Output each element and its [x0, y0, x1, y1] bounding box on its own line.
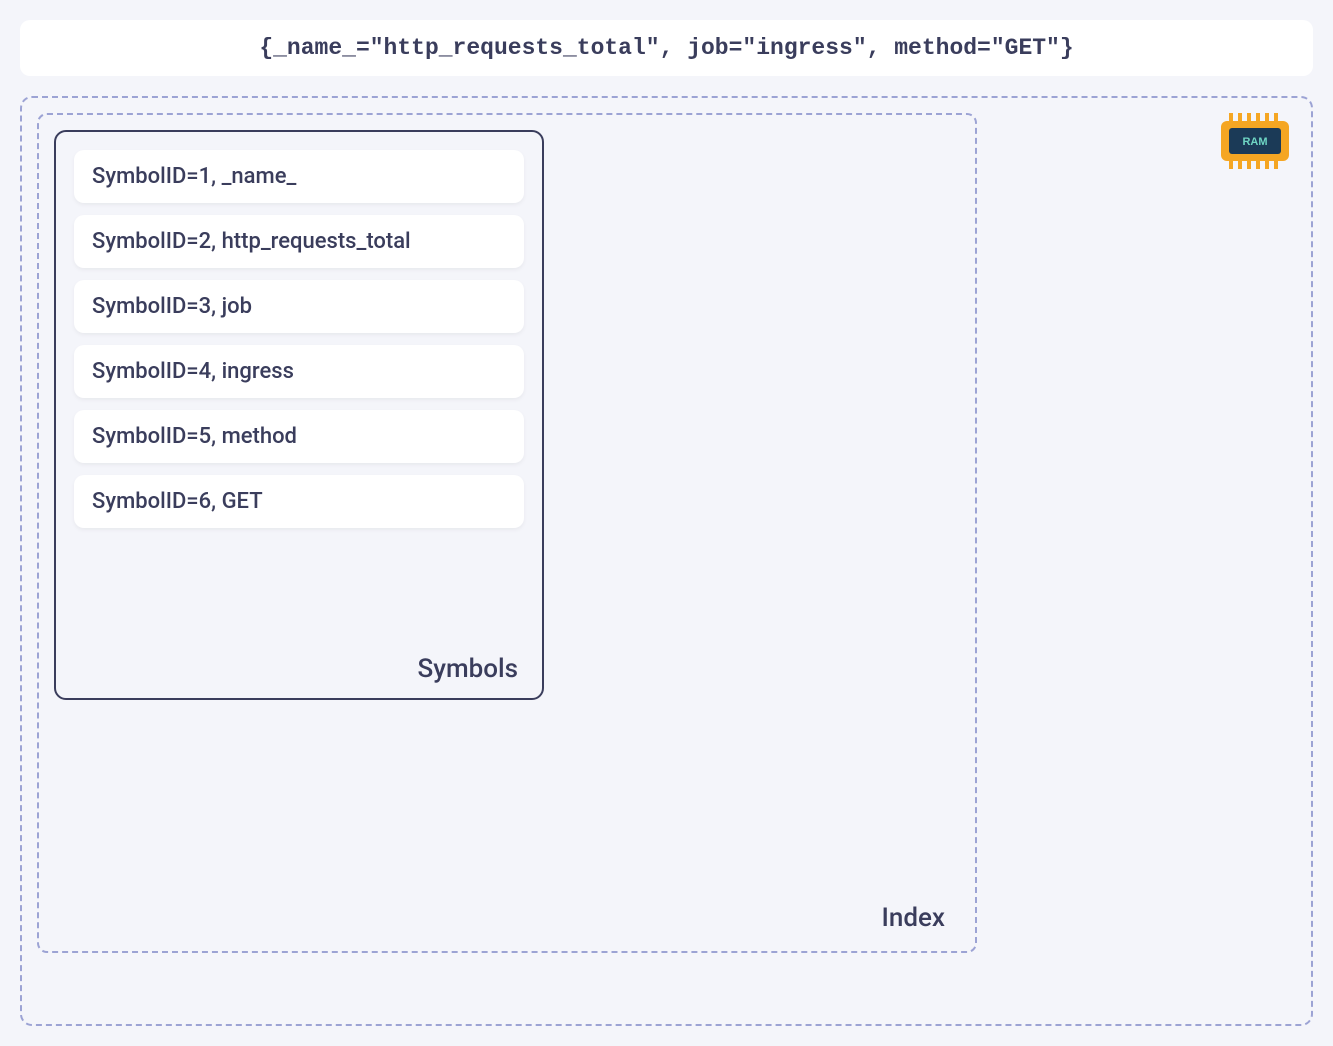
symbol-item: SymbolID=2, http_requests_total — [74, 215, 524, 268]
symbol-text: SymbolID=2, http_requests_total — [92, 229, 411, 254]
index-container: SymbolID=1, _name_ SymbolID=2, http_requ… — [37, 113, 977, 953]
symbol-item: SymbolID=1, _name_ — [74, 150, 524, 203]
symbol-item: SymbolID=5, method — [74, 410, 524, 463]
symbol-text: SymbolID=1, _name_ — [92, 164, 296, 189]
ram-icon: RAM — [1219, 113, 1291, 173]
symbols-label: Symbols — [418, 654, 519, 684]
query-bar: {_name_="http_requests_total", job="ingr… — [20, 20, 1313, 76]
symbols-container: SymbolID=1, _name_ SymbolID=2, http_requ… — [54, 130, 544, 700]
outer-container: RAM SymbolID=1, _name_ SymbolID=2, http_… — [20, 96, 1313, 1026]
query-text: {_name_="http_requests_total", job="ingr… — [259, 35, 1073, 61]
symbol-text: SymbolID=6, GET — [92, 489, 263, 514]
symbol-item: SymbolID=6, GET — [74, 475, 524, 528]
index-label: Index — [882, 903, 946, 933]
svg-text:RAM: RAM — [1242, 136, 1267, 148]
symbol-item: SymbolID=3, job — [74, 280, 524, 333]
symbol-text: SymbolID=4, ingress — [92, 359, 294, 384]
symbol-text: SymbolID=5, method — [92, 424, 297, 449]
symbol-item: SymbolID=4, ingress — [74, 345, 524, 398]
symbol-text: SymbolID=3, job — [92, 294, 252, 319]
